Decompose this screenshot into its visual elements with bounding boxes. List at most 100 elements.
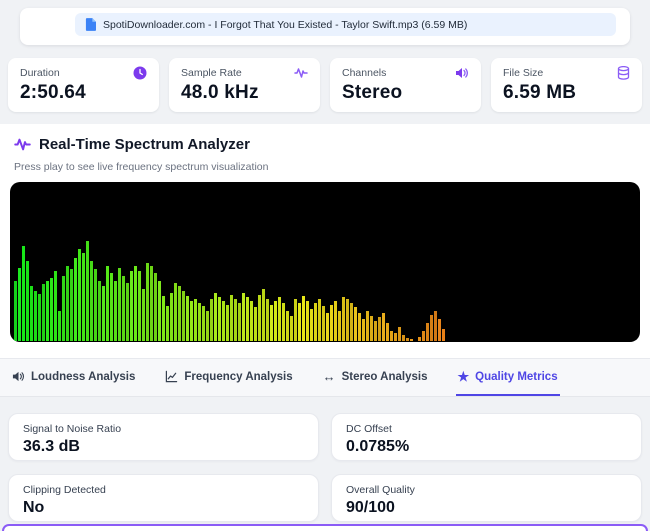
- spectrum-bar: [398, 327, 401, 341]
- metric-label: DC Offset: [346, 423, 392, 435]
- tab-loudness-analysis[interactable]: Loudness Analysis: [10, 359, 137, 396]
- spectrum-bar: [270, 305, 273, 341]
- spectrum-bar: [186, 296, 189, 341]
- spectrum-bar: [242, 293, 245, 341]
- spectrum-bar: [258, 295, 261, 341]
- analysis-tabs: Loudness Analysis Frequency Analysis ↔ S…: [0, 359, 650, 397]
- spectrum-bar: [126, 283, 129, 341]
- spectrum-bar: [38, 294, 41, 341]
- stat-card-channels: Channels Stereo: [330, 58, 481, 112]
- spectrum-bar: [386, 323, 389, 341]
- spectrum-bar: [194, 299, 197, 341]
- tab-stereo-analysis[interactable]: ↔ Stereo Analysis: [321, 359, 430, 396]
- star-icon: ★: [457, 369, 470, 384]
- spectrum-bar: [146, 263, 149, 341]
- spectrum-bar: [354, 307, 357, 341]
- metric-value: No: [23, 499, 45, 516]
- spectrum-bar: [374, 321, 377, 341]
- spectrum-bar: [42, 284, 45, 341]
- spectrum-bar: [438, 319, 441, 341]
- tab-quality-metrics[interactable]: ★ Quality Metrics: [455, 359, 560, 396]
- metric-card-snr: Signal to Noise Ratio 36.3 dB: [8, 413, 319, 461]
- spectrum-bar: [282, 303, 285, 341]
- spectrum-bar: [358, 313, 361, 341]
- spectrum-bar: [278, 297, 281, 341]
- spectrum-bar: [266, 299, 269, 341]
- spectrum-bar: [198, 303, 201, 341]
- spectrum-bar: [370, 316, 373, 341]
- spectrum-bar: [418, 337, 421, 341]
- spectrum-bar: [150, 266, 153, 341]
- stat-label: Channels: [342, 67, 387, 79]
- spectrum-bar: [74, 258, 77, 341]
- section-title: Real-Time Spectrum Analyzer: [39, 135, 250, 153]
- spectrum-bar: [130, 271, 133, 341]
- spectrum-bar: [382, 313, 385, 341]
- spectrum-bar: [366, 311, 369, 341]
- spectrum-bar: [362, 319, 365, 341]
- metric-card-dc-offset: DC Offset 0.0785%: [331, 413, 642, 461]
- stat-value: 48.0 kHz: [181, 82, 259, 103]
- volume-icon: [455, 66, 469, 80]
- filename-text: SpotiDownloader.com - I Forgot That You …: [103, 18, 468, 31]
- metric-card-clipping: Clipping Detected No: [8, 474, 319, 522]
- stat-value: 2:50.64: [20, 82, 86, 103]
- stat-label: Duration: [20, 67, 60, 79]
- spectrum-bar: [218, 297, 221, 341]
- spectrum-bar: [162, 296, 165, 341]
- spectrum-bar: [106, 266, 109, 341]
- metric-value: 90/100: [346, 499, 395, 516]
- spectrum-bar: [202, 306, 205, 341]
- spectrum-bar: [86, 241, 89, 341]
- spectrum-bar: [410, 339, 413, 341]
- spectrum-bar: [326, 313, 329, 341]
- stat-label: File Size: [503, 67, 544, 79]
- tab-label: Quality Metrics: [475, 370, 558, 383]
- quality-metrics-grid: Signal to Noise Ratio 36.3 dB DC Offset …: [8, 413, 642, 522]
- metric-label: Overall Quality: [346, 484, 415, 496]
- spectrum-bar: [82, 253, 85, 341]
- spectrum-bar: [394, 333, 397, 341]
- spectrum-bar: [434, 311, 437, 341]
- spectrum-bar: [338, 311, 341, 341]
- spectrum-bar: [302, 296, 305, 341]
- spectrum-bar: [330, 305, 333, 341]
- spectrum-bar: [66, 266, 69, 341]
- spectrum-bar: [62, 276, 65, 341]
- spectrum-bar: [58, 311, 61, 341]
- spectrum-bar: [90, 261, 93, 341]
- spectrum-bar: [22, 246, 25, 341]
- spectrum-bar: [166, 306, 169, 341]
- tab-frequency-analysis[interactable]: Frequency Analysis: [163, 359, 294, 396]
- spectrum-bar: [426, 323, 429, 341]
- spectrum-bar: [422, 331, 425, 341]
- spectrum-bar: [114, 281, 117, 341]
- spectrum-bar: [310, 309, 313, 341]
- spectrum-bar: [170, 293, 173, 341]
- spectrum-bar: [34, 291, 37, 341]
- file-info-bar: SpotiDownloader.com - I Forgot That You …: [75, 13, 616, 36]
- spectrum-bar: [318, 299, 321, 341]
- spectrum-bar: [206, 311, 209, 341]
- spectrum-bar: [378, 317, 381, 341]
- stat-card-sample-rate: Sample Rate 48.0 kHz: [169, 58, 320, 112]
- metric-value: 0.0785%: [346, 438, 410, 455]
- spectrum-bar: [122, 276, 125, 341]
- spectrum-bar: [230, 295, 233, 341]
- tab-label: Frequency Analysis: [184, 370, 293, 383]
- spectrum-bar: [142, 289, 145, 341]
- spectrum-bar: [350, 303, 353, 341]
- spectrum-bar: [54, 271, 57, 341]
- spectrum-bar: [26, 261, 29, 341]
- spectrum-bar: [322, 306, 325, 341]
- spectrum-bar: [110, 273, 113, 341]
- spectrum-bar: [262, 289, 265, 341]
- spectrum-bar: [334, 301, 337, 341]
- spectrum-bar: [286, 311, 289, 341]
- section-subtitle: Press play to see live frequency spectru…: [14, 161, 269, 173]
- spectrum-bar: [254, 307, 257, 341]
- spectrum-bar: [222, 301, 225, 341]
- spectrum-bar: [214, 293, 217, 341]
- spectrum-bar: [154, 273, 157, 341]
- spectrum-bar: [226, 305, 229, 341]
